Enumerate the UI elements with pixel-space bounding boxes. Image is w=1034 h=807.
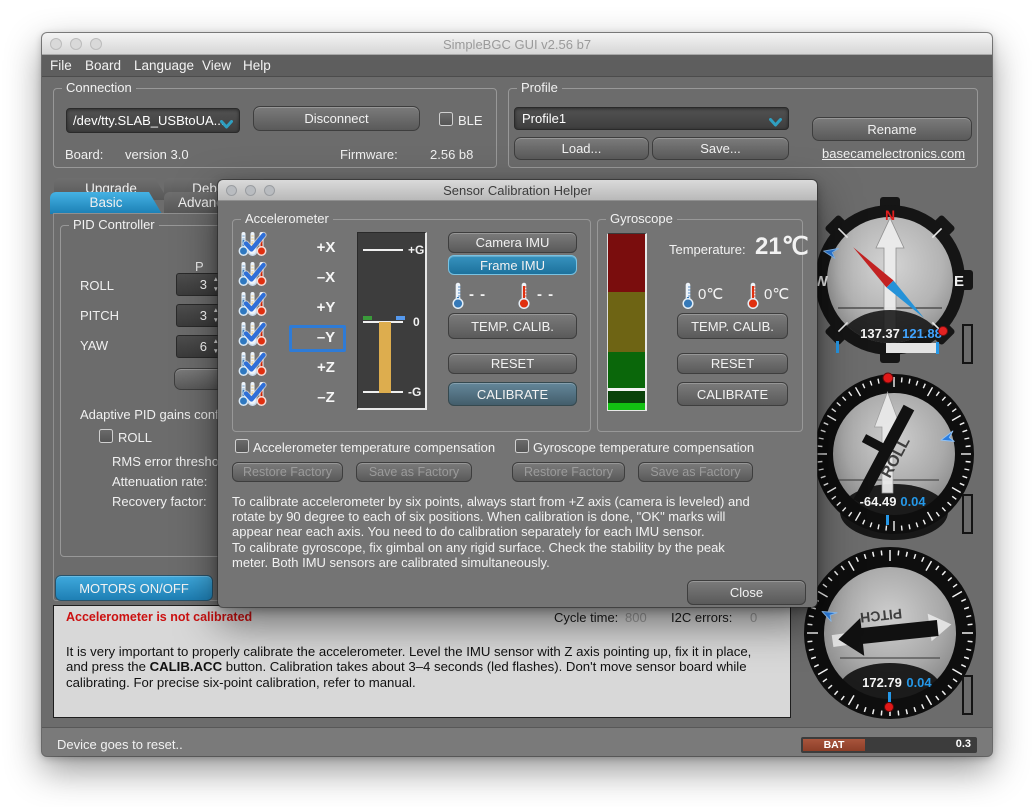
svg-text:N: N <box>885 207 895 223</box>
svg-text:121.88: 121.88 <box>902 326 942 341</box>
svg-text:0.04: 0.04 <box>906 675 932 690</box>
svg-text:0.04: 0.04 <box>900 494 926 509</box>
svg-text:137.37: 137.37 <box>860 326 900 341</box>
svg-text:-64.49: -64.49 <box>860 494 897 509</box>
svg-text:172.79: 172.79 <box>862 675 902 690</box>
svg-text:E: E <box>954 273 964 290</box>
